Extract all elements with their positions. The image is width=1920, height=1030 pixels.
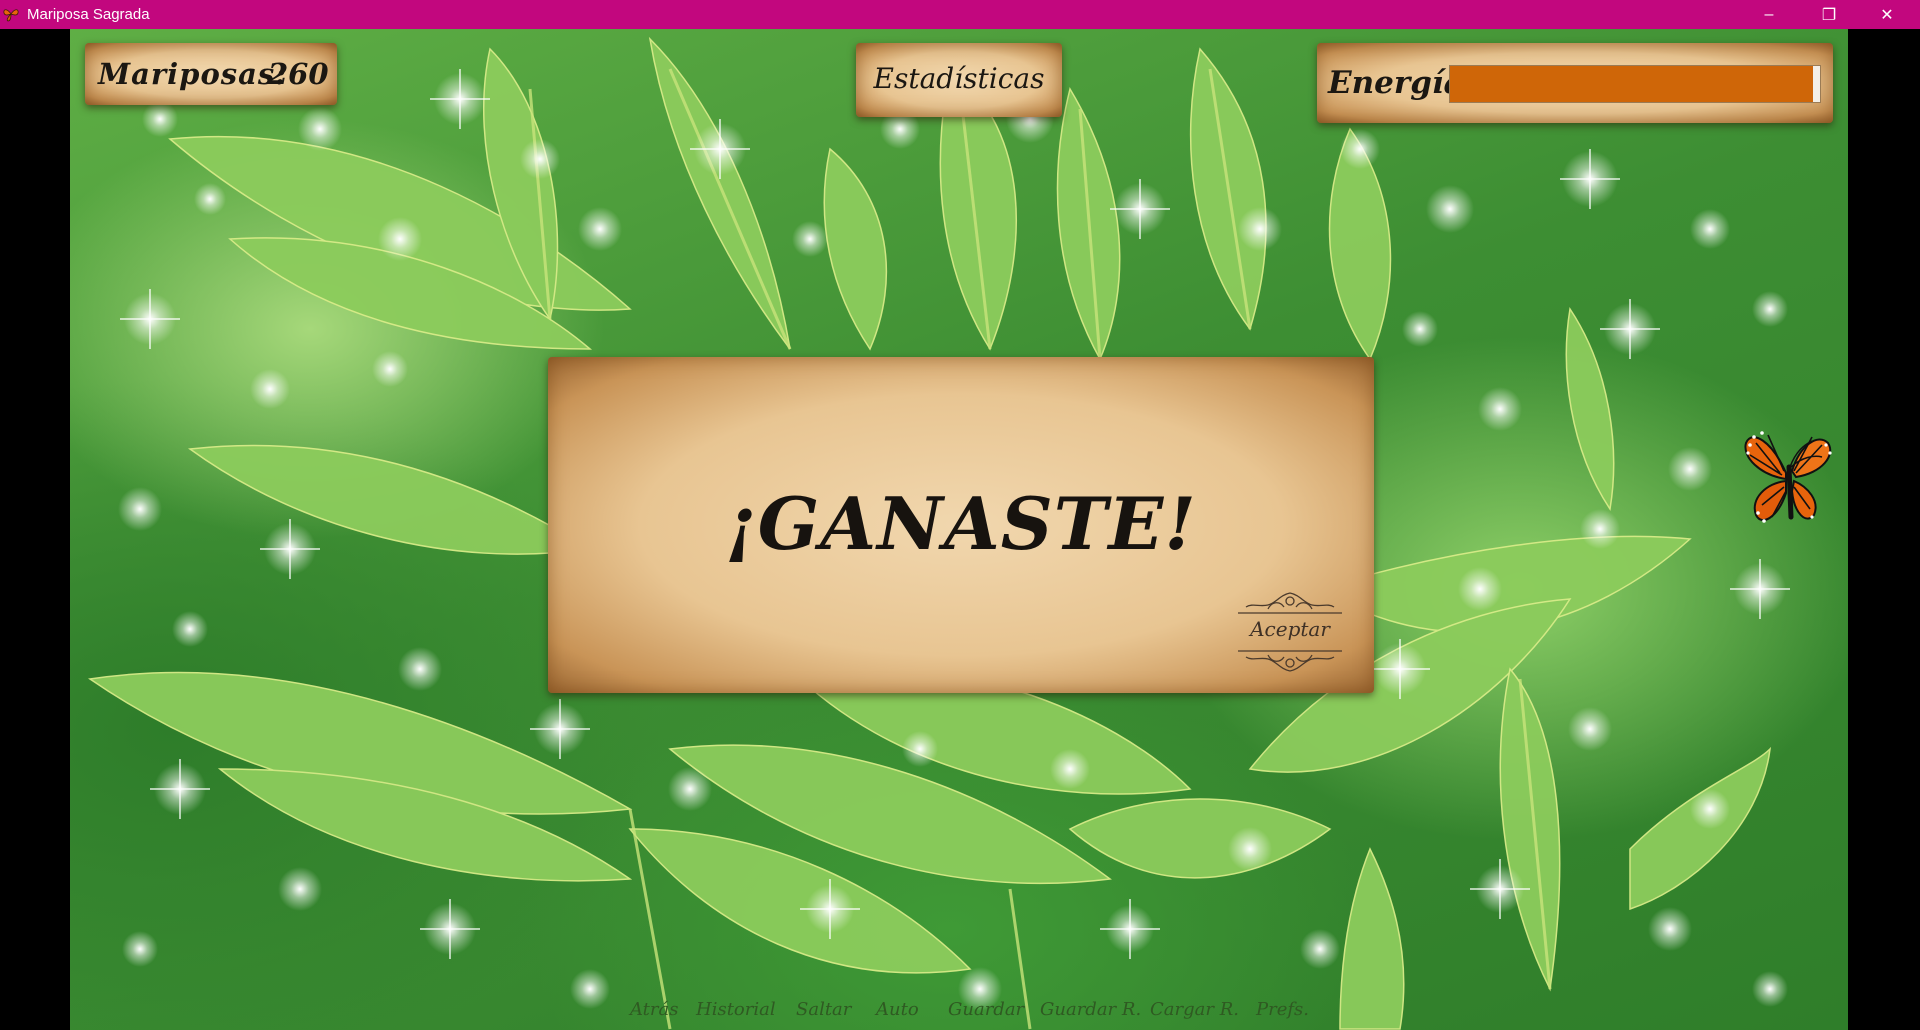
quick-menu-back[interactable]: Atrás [630,999,679,1020]
accept-button[interactable]: Aceptar [1228,589,1352,675]
window-title: Mariposa Sagrada [27,6,150,23]
quick-menu-skip[interactable]: Saltar [796,999,851,1020]
monarch-butterfly-icon[interactable] [1742,421,1842,531]
energy-panel: Energía [1317,43,1833,123]
window-titlebar: Mariposa Sagrada – ❐ ✕ [0,0,1920,29]
quick-menu-quick-load[interactable]: Cargar R. [1150,999,1239,1020]
butterfly-icon [3,9,19,22]
quick-menu-auto[interactable]: Auto [876,999,919,1020]
close-button[interactable]: ✕ [1858,0,1916,29]
statistics-label: Estadísticas [873,62,1045,95]
butterflies-label: Mariposas: [98,57,287,91]
maximize-button[interactable]: ❐ [1800,0,1858,29]
quick-menu-history[interactable]: Historial [696,999,776,1020]
butterflies-counter-panel: Mariposas: 260 [85,43,337,105]
dialog-message: ¡GANASTE! [725,481,1197,566]
quick-menu: Atrás Historial Saltar Auto Guardar Guar… [630,999,1350,1027]
accept-label: Aceptar [1250,617,1330,641]
victory-dialog: ¡GANASTE! Aceptar [548,357,1374,693]
quick-menu-save[interactable]: Guardar [948,999,1024,1020]
energy-bar-fill [1450,66,1813,102]
butterflies-count: 260 [268,57,329,91]
minimize-button[interactable]: – [1740,0,1798,29]
game-viewport: Mariposas: 260 Estadísticas Energía ¡GAN… [70,29,1848,1030]
energy-bar [1449,65,1821,103]
statistics-button[interactable]: Estadísticas [856,43,1062,117]
quick-menu-quick-save[interactable]: Guardar R. [1040,999,1141,1020]
energy-label: Energía [1328,65,1464,101]
quick-menu-preferences[interactable]: Prefs. [1256,999,1309,1020]
